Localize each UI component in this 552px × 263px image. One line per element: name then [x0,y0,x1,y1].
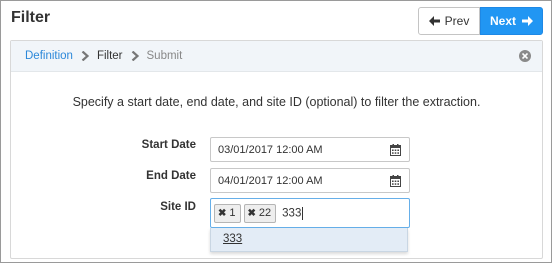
chevron-right-icon [81,51,90,61]
text-caret [302,206,304,220]
breadcrumb-definition[interactable]: Definition [25,50,73,62]
breadcrumb: Definition Filter Submit [25,50,182,62]
window-frame: Filter Prev Next Definition Filter Submi… [0,0,552,263]
site-id-suggestions: 333 [210,228,408,252]
site-id-label: Site ID [160,201,196,213]
start-date-value: 03/01/2017 12:00 AM [218,143,323,156]
arrow-left-icon [428,16,440,26]
close-icon[interactable] [519,50,531,62]
prev-button[interactable]: Prev [418,7,480,35]
end-date-field[interactable]: 04/01/2017 12:00 AM [210,168,410,193]
calendar-icon[interactable] [390,175,401,187]
filter-panel: Definition Filter Submit Specify a start… [10,40,543,259]
times-icon[interactable]: ✖ [218,208,226,219]
instruction-text: Specify a start date, end date, and site… [72,95,481,109]
site-id-tag: ✖ 1 [214,203,241,223]
breadcrumb-submit: Submit [146,50,183,62]
next-button[interactable]: Next [480,7,543,35]
prev-button-label: Prev [444,14,470,28]
site-id-tag-label: 1 [229,207,236,219]
calendar-icon[interactable] [390,144,401,156]
start-date-field[interactable]: 03/01/2017 12:00 AM [210,137,410,162]
arrow-right-icon [522,16,533,26]
next-button-label: Next [489,14,516,28]
site-id-tag-input[interactable]: ✖ 1 ✖ 22 333 [210,198,410,228]
site-id-typed-text[interactable]: 333 [282,206,304,220]
end-date-label: End Date [146,170,196,182]
close-x-glyph [522,53,528,59]
page-title: Filter [11,9,51,26]
breadcrumb-filter: Filter [96,50,123,62]
end-date-value: 04/01/2017 12:00 AM [218,174,323,187]
site-id-typed-value: 333 [282,207,302,220]
chevron-right-icon [131,51,139,61]
suggestion-item[interactable]: 333 [223,233,242,245]
site-id-tag-label: 22 [258,207,272,219]
start-date-label: Start Date [141,139,196,151]
site-id-tag: ✖ 22 [243,203,277,223]
times-icon[interactable]: ✖ [248,208,256,219]
panel-header: Definition Filter Submit [11,41,542,72]
